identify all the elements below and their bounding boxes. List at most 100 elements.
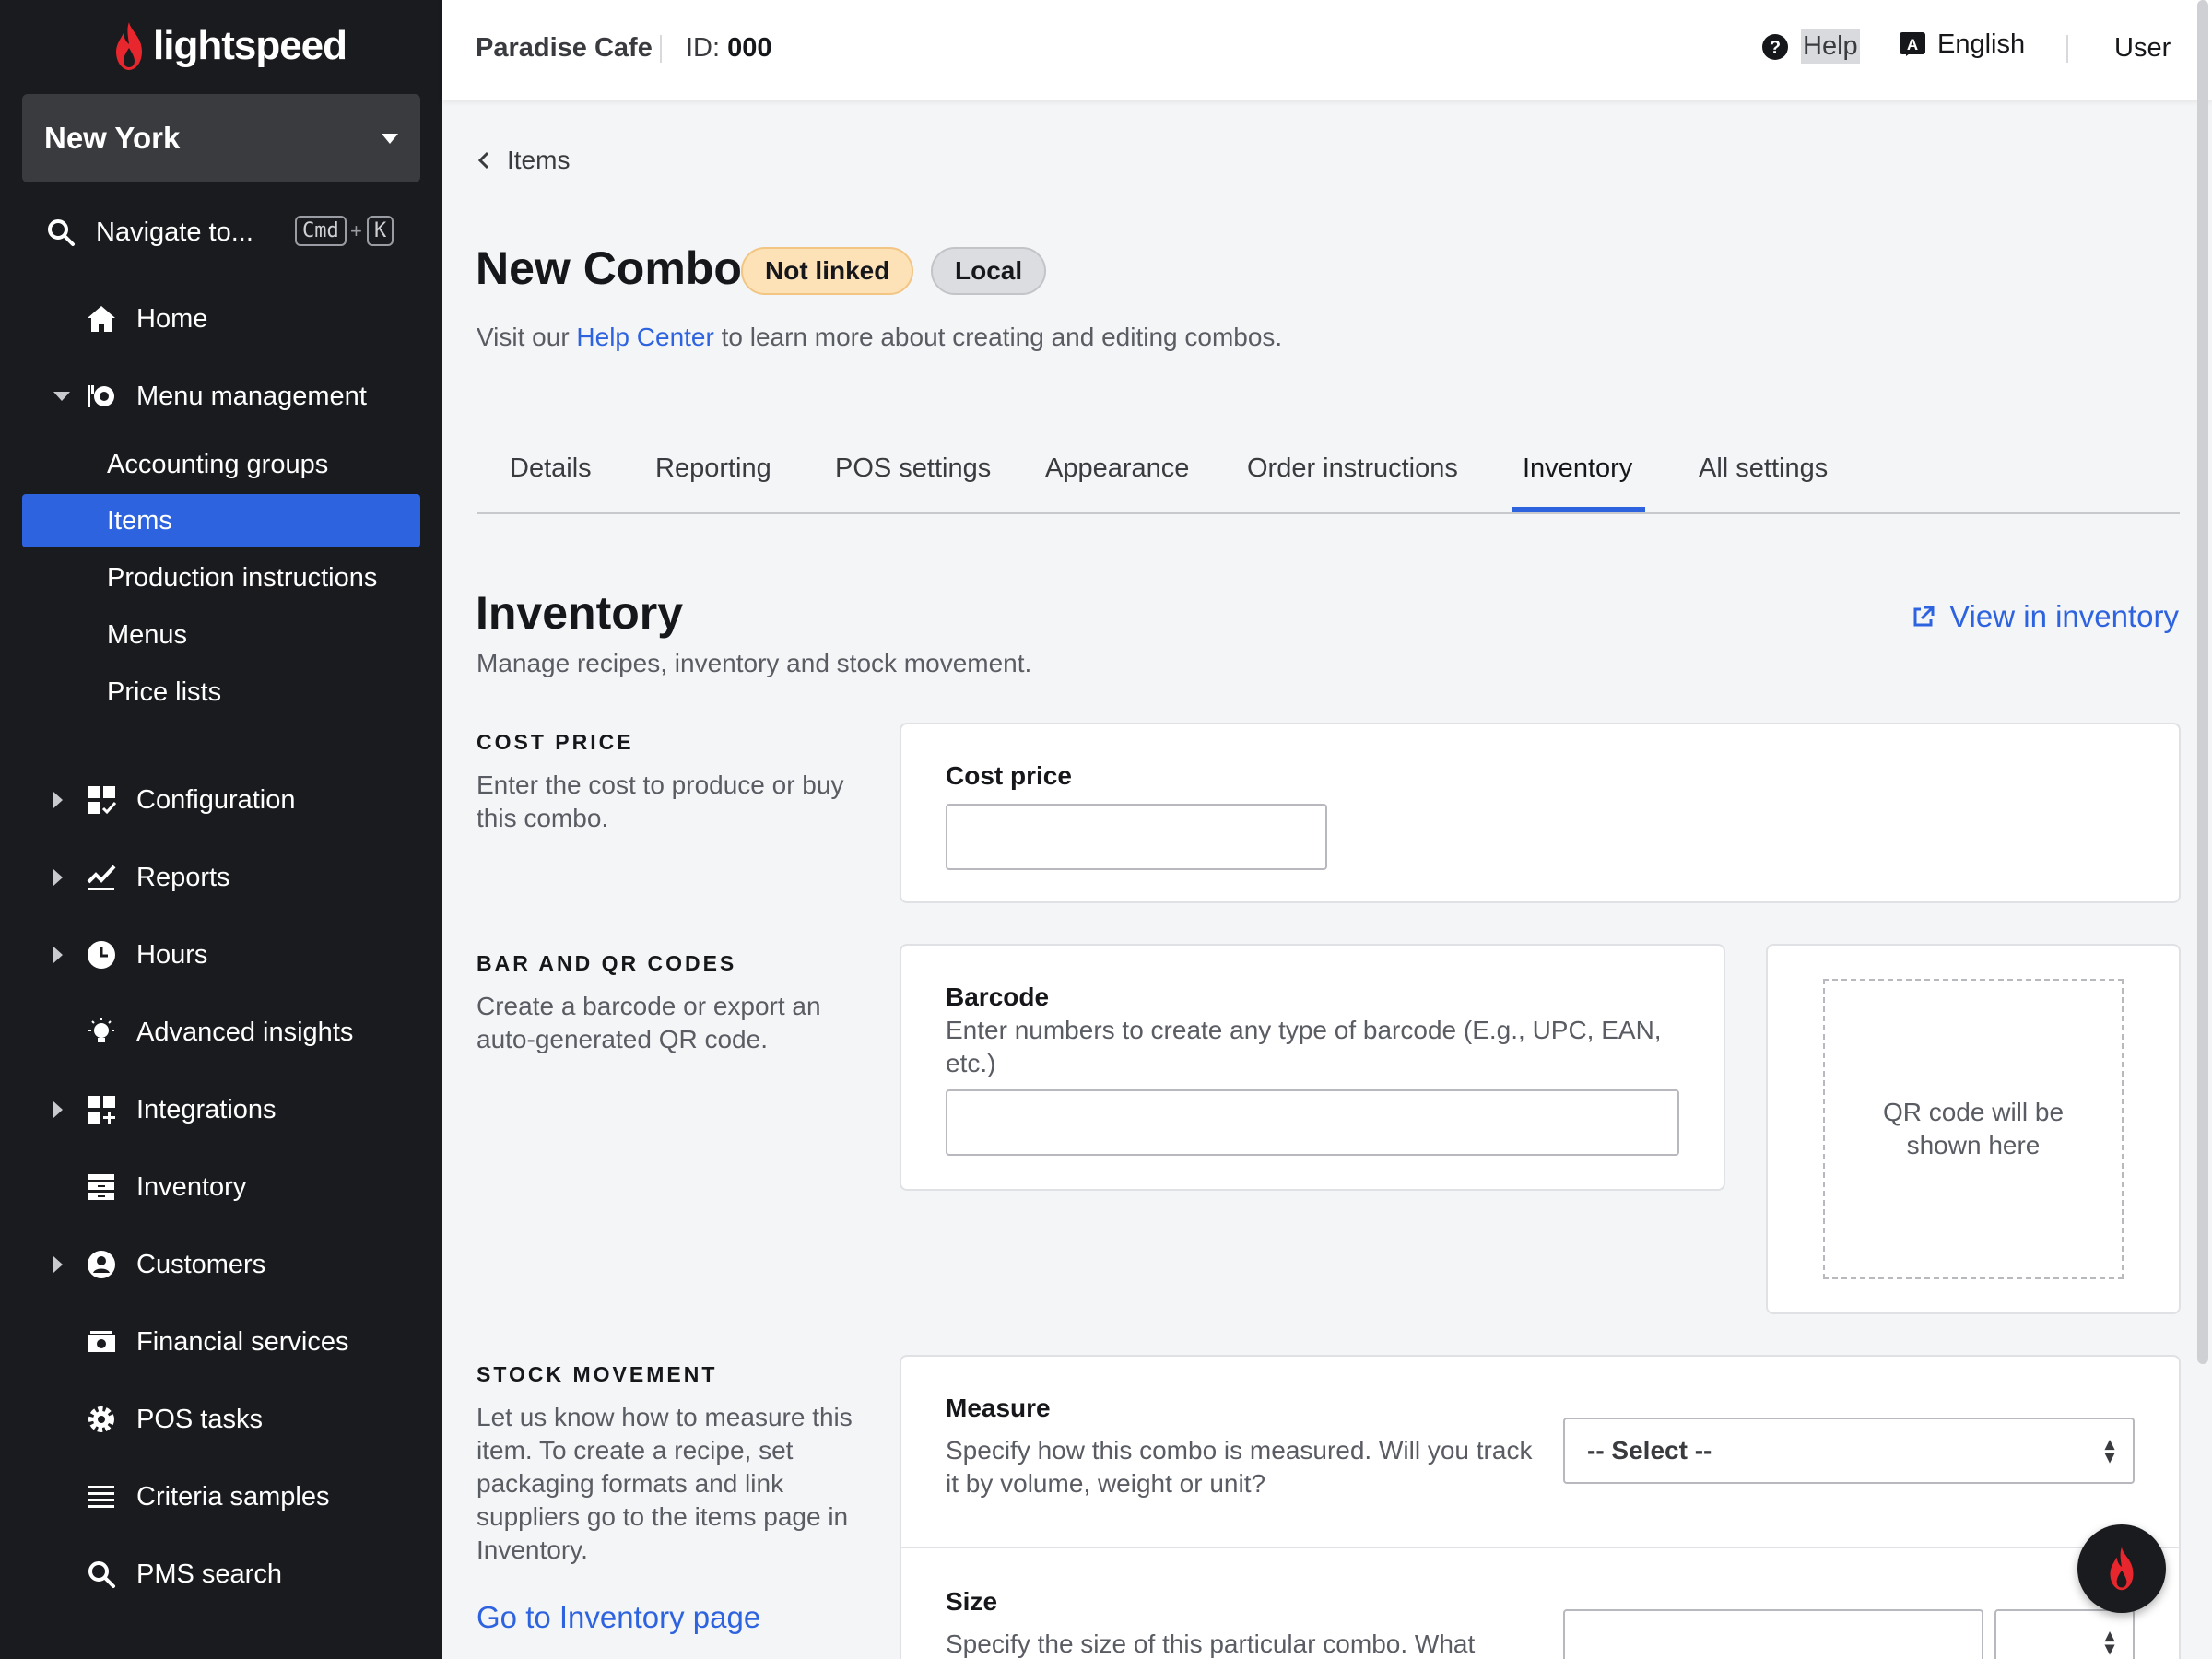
language-label: English	[1937, 29, 2026, 59]
sidebar-item-home[interactable]: Home	[22, 291, 420, 347]
go-to-inventory-link[interactable]: Go to Inventory page	[477, 1600, 760, 1635]
language-selector[interactable]: A English	[1899, 29, 2025, 60]
shortcut-cmd: Cmd	[295, 216, 347, 246]
sidebar-item-pms-search[interactable]: PMS search	[22, 1547, 420, 1602]
lightspeed-assistant-button[interactable]	[2077, 1524, 2166, 1613]
logo-text: lightspeed	[153, 23, 347, 68]
navigate-label: Navigate to...	[96, 217, 253, 247]
qr-code-card: QR code will be shown here	[1766, 944, 2181, 1314]
help-button[interactable]: ? Help	[1760, 29, 1860, 64]
stock-movement-heading: STOCK MOVEMENT	[477, 1362, 718, 1386]
sidebar-item-label: Hours	[136, 939, 208, 970]
size-input[interactable]	[1563, 1609, 1983, 1659]
inventory-icon	[85, 1171, 118, 1204]
chevron-left-icon	[477, 151, 489, 170]
sidebar-item-label: Integrations	[136, 1094, 276, 1124]
sidebar-item-reports[interactable]: Reports	[22, 850, 420, 905]
sidebar-item-label: POS tasks	[136, 1404, 263, 1434]
cost-price-heading: COST PRICE	[477, 730, 634, 754]
sidebar-item-label: Financial services	[136, 1326, 349, 1357]
scrollbar[interactable]	[2197, 0, 2208, 1364]
help-center-link[interactable]: Help Center	[576, 323, 713, 351]
section-title: Inventory	[476, 587, 684, 639]
sidebar-item-integrations[interactable]: Integrations	[22, 1082, 420, 1137]
menu-icon	[85, 380, 118, 413]
sidebar-subitem-price-lists[interactable]: Price lists	[22, 665, 420, 719]
measure-label: Measure	[946, 1394, 1051, 1422]
sidebar-item-criteria-samples[interactable]: Criteria samples	[22, 1469, 420, 1524]
qr-code-placeholder-text: QR code will be shown here	[1882, 1098, 2065, 1159]
divider	[660, 35, 662, 63]
select-arrows-icon: ▴ ▾	[2104, 1434, 2114, 1467]
venue-id: ID: 000	[686, 33, 772, 64]
tab-details[interactable]: Details	[510, 453, 592, 484]
list-icon	[85, 1480, 118, 1513]
size-label: Size	[946, 1587, 998, 1616]
sidebar-item-label: Menu management	[136, 381, 367, 411]
help-label: Help	[1801, 29, 1860, 64]
clock-icon	[85, 938, 118, 971]
sidebar-item-label: Advanced insights	[136, 1017, 354, 1047]
shortcut-k: K	[367, 216, 394, 246]
cost-price-description: Enter the cost to produce or buy this co…	[477, 771, 844, 832]
sidebar-subitem-accounting-groups[interactable]: Accounting groups	[22, 438, 420, 491]
integrations-icon	[85, 1093, 118, 1126]
tab-pos-settings[interactable]: POS settings	[835, 453, 991, 484]
external-link-icon	[1913, 606, 1935, 627]
barcode-input[interactable]	[946, 1089, 1679, 1156]
chevron-right-icon	[53, 1101, 63, 1118]
chevron-right-icon	[53, 792, 63, 808]
sidebar-item-label: Customers	[136, 1249, 266, 1279]
chevron-right-icon	[53, 1256, 63, 1273]
sidebar-subitem-items[interactable]: Items	[22, 494, 420, 547]
codes-heading: BAR AND QR CODES	[477, 951, 737, 975]
view-in-inventory-link[interactable]: View in inventory	[1911, 599, 2179, 634]
top-bar: Paradise Cafe ID: 000 ? Help A English U…	[442, 0, 2212, 100]
venue-id-value: 000	[727, 33, 772, 63]
page-title: New Combo	[476, 242, 742, 294]
view-in-inventory-label: View in inventory	[1949, 599, 2179, 633]
question-circle-icon: ?	[1762, 33, 1788, 60]
flame-icon	[2110, 1547, 2134, 1591]
status-badge-not-linked: Not linked	[741, 247, 914, 295]
lightspeed-logo[interactable]: lightspeed	[111, 20, 347, 72]
svg-text:?: ?	[1770, 38, 1781, 58]
sidebar-item-configuration[interactable]: Configuration	[22, 772, 420, 828]
cash-icon	[85, 1325, 118, 1359]
cost-price-label: Cost price	[946, 761, 1072, 790]
tab-reporting[interactable]: Reporting	[655, 453, 771, 484]
breadcrumb[interactable]: Items	[477, 146, 570, 175]
flame-icon	[116, 22, 142, 70]
location-selector[interactable]: New York	[22, 94, 420, 182]
measure-select[interactable]: -- Select -- ▴ ▾	[1563, 1418, 2135, 1484]
sidebar-subitem-production-instructions[interactable]: Production instructions	[22, 551, 420, 605]
chevron-down-icon	[382, 133, 398, 144]
tab-all-settings[interactable]: All settings	[1699, 453, 1828, 484]
sidebar-item-label: PMS search	[136, 1559, 282, 1589]
sidebar-item-inventory[interactable]: Inventory	[22, 1159, 420, 1215]
cost-price-input[interactable]	[946, 804, 1327, 870]
stock-movement-card: Measure Specify how this combo is measur…	[900, 1355, 2181, 1659]
measure-select-value: -- Select --	[1587, 1436, 1712, 1465]
tab-appearance[interactable]: Appearance	[1045, 453, 1189, 484]
tab-order-instructions[interactable]: Order instructions	[1247, 453, 1458, 484]
user-menu[interactable]: User	[2114, 33, 2171, 64]
active-tab-indicator	[1512, 507, 1645, 512]
sidebar-item-advanced-insights[interactable]: Advanced insights	[22, 1005, 420, 1060]
sidebar-item-financial-services[interactable]: Financial services	[22, 1314, 420, 1370]
sidebar-item-pos-tasks[interactable]: POS tasks	[22, 1392, 420, 1447]
configuration-icon	[85, 783, 118, 817]
divider	[2066, 35, 2068, 63]
sidebar-item-menu-management[interactable]: Menu management	[22, 369, 420, 424]
sidebar-item-hours[interactable]: Hours	[22, 927, 420, 982]
stock-movement-description: Let us know how to measure this item. To…	[477, 1403, 853, 1564]
tab-inventory[interactable]: Inventory	[1523, 453, 1632, 484]
venue-id-label: ID:	[686, 33, 721, 63]
select-arrows-icon: ▴ ▾	[2104, 1626, 2114, 1659]
search-icon	[85, 1558, 118, 1591]
size-unit-select[interactable]: ▴ ▾	[1994, 1609, 2135, 1659]
sidebar-item-customers[interactable]: Customers	[22, 1237, 420, 1292]
location-name: New York	[44, 121, 181, 155]
sidebar-subitem-menus[interactable]: Menus	[22, 608, 420, 662]
barcode-description: Enter numbers to create any type of barc…	[946, 1016, 1662, 1077]
